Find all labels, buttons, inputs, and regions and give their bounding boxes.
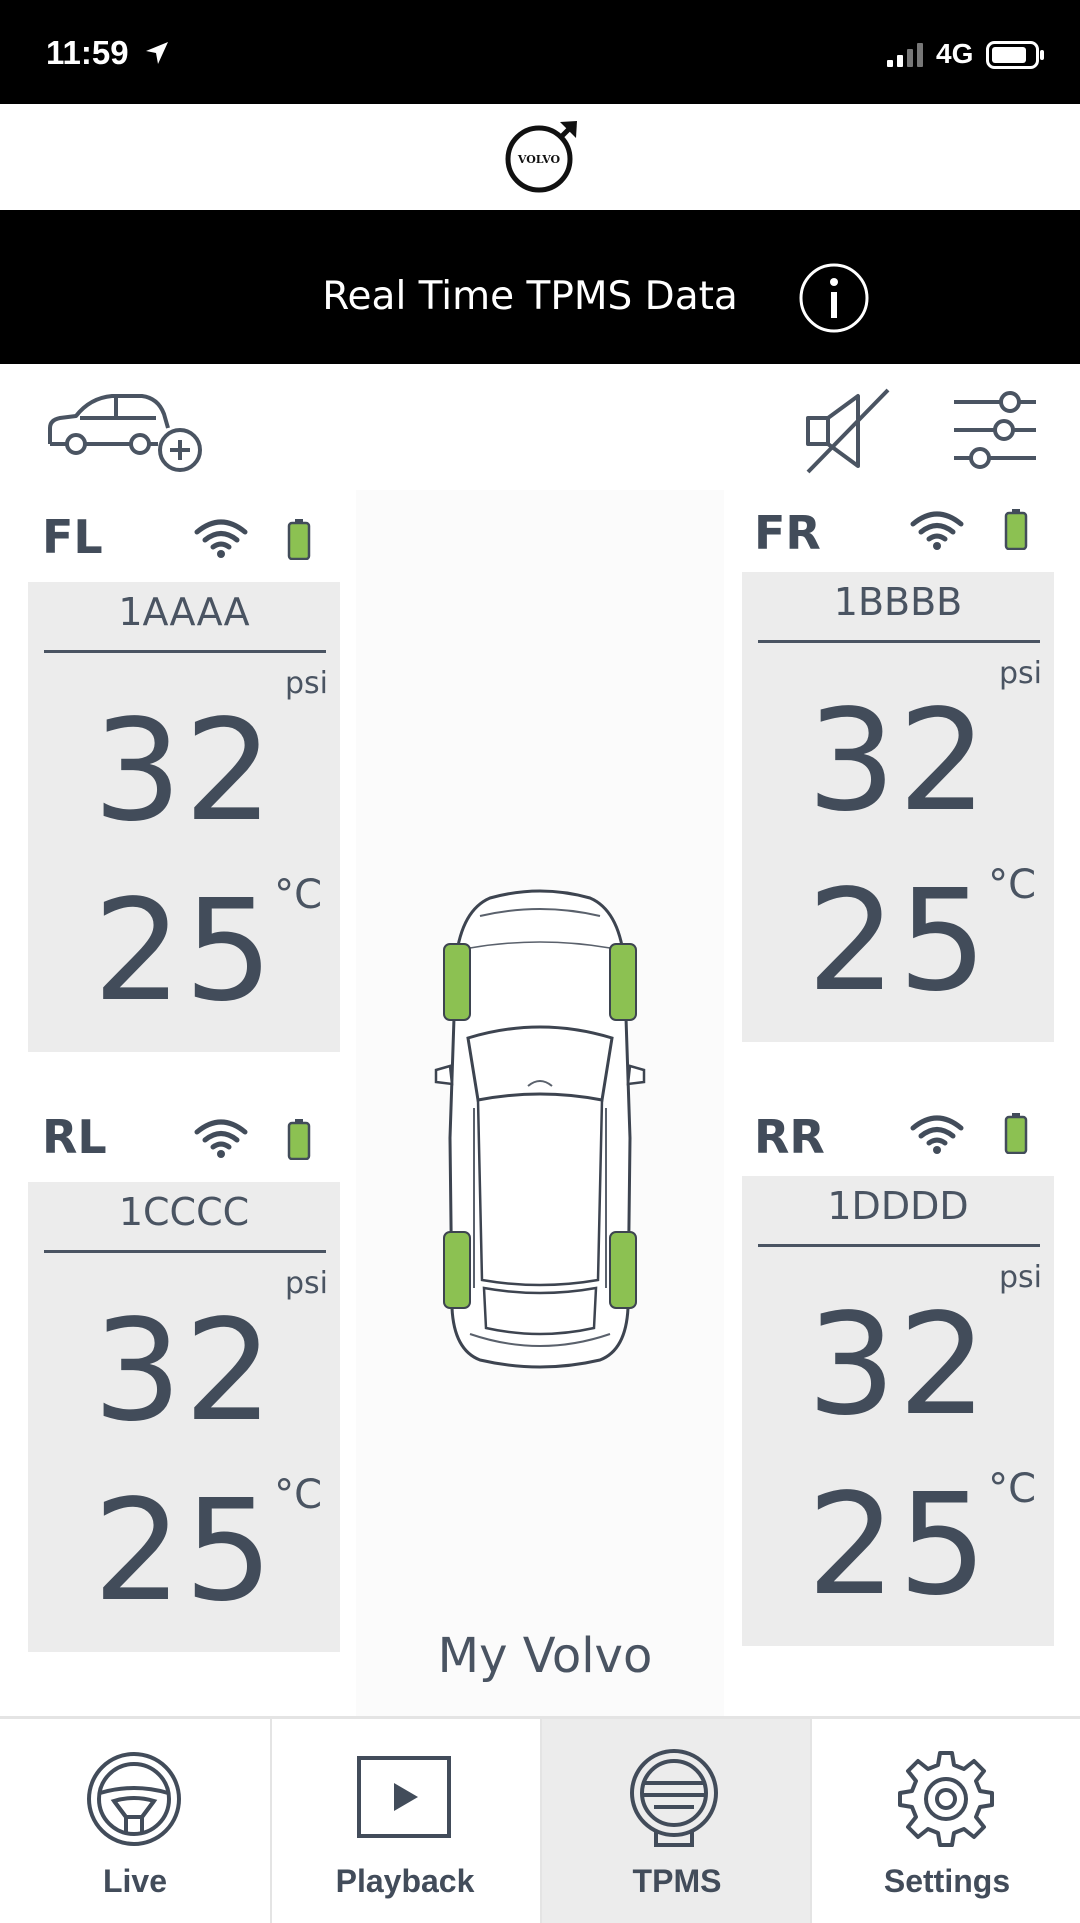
nav-settings[interactable]: Settings: [812, 1719, 1080, 1923]
location-arrow-icon: [146, 42, 168, 64]
vehicle-name[interactable]: My Volvo: [356, 1628, 734, 1684]
tire-front-left: [443, 943, 471, 1021]
position-label-rr: RR: [754, 1110, 825, 1164]
car-top-view-icon: [434, 889, 646, 1369]
position-label-rl: RL: [42, 1110, 107, 1164]
filter-settings-button[interactable]: [952, 390, 1038, 470]
info-button[interactable]: [798, 262, 870, 334]
battery-icon: [986, 41, 1044, 69]
wifi-icon: [194, 1119, 248, 1158]
network-type: 4G: [936, 38, 974, 69]
signal-icon: [887, 43, 923, 67]
pressure-unit: psi: [998, 656, 1042, 691]
tire-card-rl[interactable]: 1CCCC psi 32 °C 25: [28, 1182, 340, 1652]
pressure-value: 32: [806, 680, 990, 843]
sensor-id: 1BBBB: [833, 580, 963, 624]
sensor-battery-icon: [287, 1119, 311, 1160]
nav-label: Playback: [335, 1863, 475, 1899]
pressure-unit: psi: [284, 1266, 328, 1301]
wifi-icon: [910, 511, 964, 550]
nav-label: TPMS: [632, 1863, 722, 1899]
tire-front-right: [609, 943, 637, 1021]
temperature-value: 25: [92, 870, 276, 1033]
nav-playback[interactable]: Playback: [270, 1719, 540, 1923]
position-label-fr: FR: [754, 506, 821, 560]
nav-label: Live: [102, 1863, 168, 1899]
tire-rear-left: [443, 1231, 471, 1309]
tire-rear-right: [609, 1231, 637, 1309]
nav-tpms[interactable]: TPMS: [542, 1719, 812, 1923]
pressure-unit: psi: [284, 666, 328, 701]
tire-card-rr[interactable]: 1DDDD psi 32 °C 25: [742, 1176, 1054, 1646]
sensor-id: 1AAAA: [118, 590, 250, 634]
tire-card-fr[interactable]: 1BBBB psi 32 °C 25: [742, 572, 1054, 1042]
divider: [44, 1250, 326, 1253]
pressure-value: 32: [806, 1284, 990, 1447]
tire-card-fl[interactable]: 1AAAA psi 32 °C 25: [28, 582, 340, 1052]
divider: [44, 650, 326, 653]
page-title: Real Time TPMS Data: [322, 274, 738, 319]
nav-label: Settings: [883, 1863, 1011, 1899]
sensor-battery-icon: [1004, 1113, 1028, 1154]
temperature-value: 25: [92, 1470, 276, 1633]
mute-speaker-button[interactable]: [800, 388, 892, 474]
position-label-fl: FL: [42, 510, 103, 564]
steering-wheel-icon: [87, 1752, 181, 1846]
status-time: 11:59: [46, 34, 129, 71]
nav-live[interactable]: Live: [0, 1719, 270, 1923]
temperature-value: 25: [806, 860, 990, 1023]
tire-icon: [630, 1749, 718, 1847]
pressure-value: 32: [92, 1290, 276, 1453]
divider: [758, 1244, 1040, 1247]
pressure-unit: psi: [998, 1260, 1042, 1295]
wifi-icon: [194, 519, 248, 558]
add-car-button[interactable]: [46, 388, 206, 472]
wifi-icon: [910, 1115, 964, 1154]
sensor-battery-icon: [287, 519, 311, 560]
sensor-id: 1DDDD: [827, 1184, 969, 1228]
pressure-value: 32: [92, 690, 276, 853]
sensor-id: 1CCCC: [118, 1190, 250, 1234]
gear-icon: [898, 1751, 994, 1847]
bottom-nav: Live Playback TPMS Settings: [0, 1716, 1080, 1923]
divider: [758, 640, 1040, 643]
sensor-battery-icon: [1004, 509, 1028, 550]
logo-wordmark: VOLVO: [517, 153, 561, 166]
temperature-value: 25: [806, 1464, 990, 1627]
play-icon: [357, 1756, 451, 1838]
volvo-logo-icon: VOLVO: [505, 121, 577, 193]
